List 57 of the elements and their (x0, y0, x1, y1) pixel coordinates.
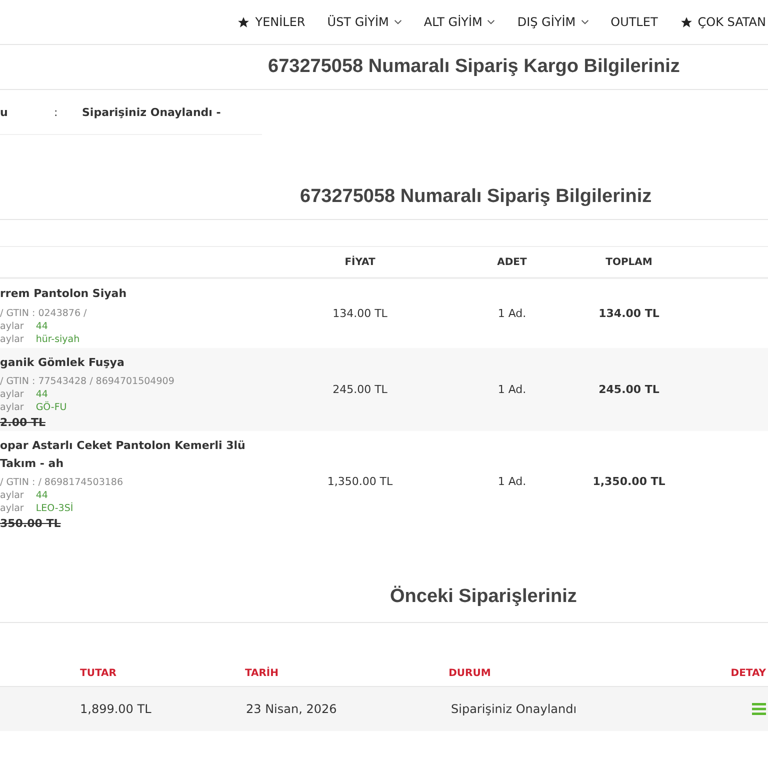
product-code: / GTIN : / 8698174503186 (0, 476, 124, 490)
product-code: / GTIN : 77543428 / 8694701504909 (0, 375, 176, 388)
old-price: 2.00 TL (0, 416, 46, 430)
total-text: 245.00 TL (598, 382, 660, 396)
product-name: rrem Pantolon Siyah (0, 286, 128, 302)
column-header: FİYAT (344, 256, 376, 268)
section-title: 673275058 Numaralı Sipariş Bilgileriniz (299, 186, 652, 208)
menu-icon[interactable] (752, 703, 766, 716)
field-label: u (0, 106, 9, 118)
column-header: TUTAR (79, 668, 118, 680)
date-text: 23 Nisan, 2026 (246, 702, 337, 716)
product-code: / GTIN : 0243876 / (0, 306, 88, 320)
attribute-label: aylar (0, 503, 24, 514)
total-text: 1,350.00 TL (592, 475, 666, 488)
nav-link[interactable]: ALT GİYİM (424, 15, 496, 29)
column-header: DURUM (448, 668, 492, 680)
separator-text: : (54, 106, 59, 118)
column-header: DETAY (730, 668, 767, 680)
product-name: ganik Gömlek Fuşya (0, 354, 126, 371)
attribute-label: aylar (0, 490, 24, 502)
product-name: opar Astarlı Ceket Pantolon Kemerli 3lü Takım - ah (0, 438, 246, 472)
attribute-label: aylar (0, 389, 24, 400)
attribute-label: aylar (0, 334, 24, 345)
quantity-text: 1 Ad. (498, 475, 526, 488)
status-text: Siparişiniz Onaylandı (451, 702, 577, 716)
nav-link[interactable]: YENİLER (237, 15, 306, 29)
column-header: TARİH (244, 668, 280, 680)
section-title: 673275058 Numaralı Sipariş Kargo Bilgileriniz (267, 56, 680, 78)
attribute-value: 44 (36, 320, 48, 332)
price-text: 245.00 TL (332, 382, 388, 396)
chevron-down-icon (580, 19, 589, 25)
old-price: 350.00 TL (0, 517, 62, 530)
attribute-value: GÖ-FU (36, 402, 67, 414)
quantity-text: 1 Ad. (498, 382, 526, 396)
total-text: 134.00 TL (598, 306, 660, 320)
attribute-label: aylar (0, 402, 24, 414)
attribute-value: hür-siyah (36, 334, 80, 345)
price-text: 1,350.00 TL (327, 475, 393, 488)
quantity-text: 1 Ad. (498, 306, 526, 320)
star-icon (237, 16, 250, 28)
attribute-value: 44 (36, 490, 48, 502)
column-header: TOPLAM (604, 256, 654, 268)
attribute-label: aylar (0, 320, 24, 332)
nav-link[interactable]: DIŞ GİYİM (517, 15, 589, 29)
column-header: ADET (496, 256, 528, 268)
nav-link[interactable]: OUTLET (610, 15, 658, 29)
attribute-value: LEO-3Sİ (36, 503, 74, 514)
star-icon (680, 16, 693, 28)
section-title: Önceki Siparişleriniz (389, 586, 577, 608)
chevron-down-icon (487, 19, 496, 25)
attribute-value: 44 (36, 389, 48, 400)
nav-link[interactable]: ÜST GİYİM (327, 15, 402, 29)
field-value: Siparişiniz Onaylandı - (82, 106, 221, 118)
nav-link[interactable]: ÇOK SATAN (680, 15, 766, 29)
amount-text: 1,899.00 TL (80, 702, 152, 716)
price-text: 134.00 TL (332, 306, 388, 320)
chevron-down-icon (394, 19, 402, 25)
